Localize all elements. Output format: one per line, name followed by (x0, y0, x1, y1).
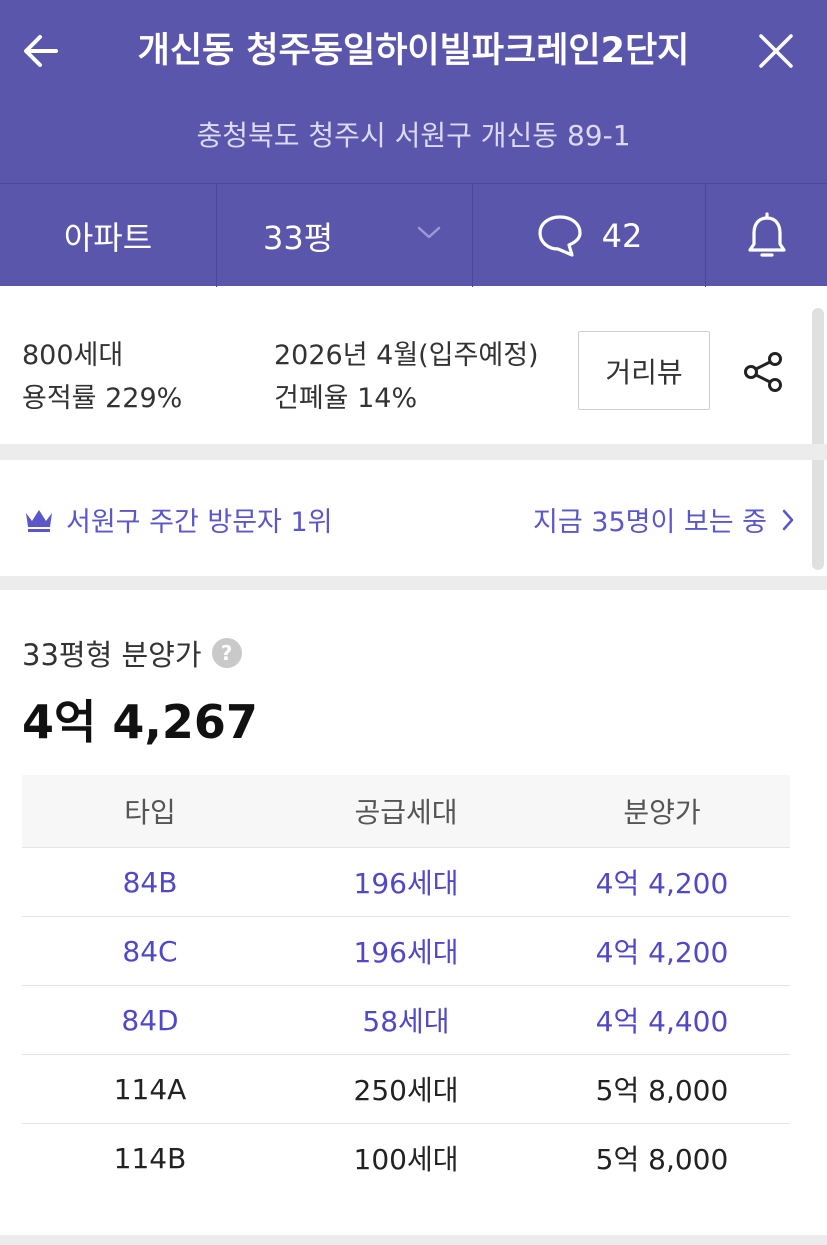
table-row[interactable]: 84D 58세대 4억 4,400 (22, 985, 790, 1054)
live-viewers-text: 지금 35명이 보는 중 (533, 507, 767, 538)
column-header-price: 분양가 (623, 796, 701, 829)
question-icon[interactable]: ? (211, 638, 242, 668)
page-title: 개신동 청주동일하이빌파크레인2단지 (137, 31, 690, 71)
bell-icon (747, 211, 786, 257)
cell-units: 250세대 (353, 1074, 459, 1107)
cell-type: 84B (122, 865, 178, 899)
column-header-type: 타입 (124, 796, 176, 829)
cell-price: 4억 4,200 (595, 936, 729, 969)
cell-units: 100세대 (353, 1143, 459, 1176)
floor-area-ratio: 용적률 229% (22, 383, 183, 414)
rank-info: 서원구 주간 방문자 1위 (24, 500, 333, 539)
cell-type: 84D (121, 1003, 179, 1037)
cell-type: 114B (113, 1141, 187, 1175)
cell-price: 4억 4,200 (595, 867, 729, 900)
tab-bar: 아파트 33평 42 (0, 183, 827, 287)
back-button[interactable] (18, 26, 64, 76)
cell-price: 5억 8,000 (595, 1074, 729, 1107)
chevron-right-icon (782, 509, 794, 530)
share-button[interactable] (738, 346, 790, 398)
live-viewers-link[interactable]: 지금 35명이 보는 중 (533, 500, 795, 539)
address: 충청북도 청주시 서원구 개신동 89-1 (196, 119, 631, 152)
close-button[interactable] (753, 26, 799, 76)
close-icon (759, 34, 793, 68)
info-column-left: 800세대 용적률 229% (22, 334, 182, 420)
rank-text: 서원구 주간 방문자 1위 (66, 507, 333, 538)
cell-type: 84C (122, 934, 178, 968)
column-header-units: 공급세대 (354, 796, 458, 829)
comment-count: 42 (601, 216, 643, 255)
section-divider (0, 444, 827, 460)
tab-property-type[interactable]: 아파트 (0, 184, 216, 287)
rank-banner: 서원구 주간 방문자 1위 지금 35명이 보는 중 (0, 460, 827, 576)
table-row[interactable]: 114B 100세대 5억 8,000 (22, 1123, 790, 1192)
info-column-right: 2026년 4월(입주예정) 건폐율 14% (274, 334, 539, 420)
section-divider (0, 576, 827, 590)
cell-price: 4억 4,400 (595, 1005, 729, 1038)
table-row[interactable]: 114A 250세대 5억 8,000 (22, 1054, 790, 1123)
cell-units: 196세대 (353, 936, 459, 969)
building-coverage: 건폐율 14% (274, 383, 418, 414)
households: 800세대 (22, 340, 124, 371)
table-row[interactable]: 84C 196세대 4억 4,200 (22, 916, 790, 985)
speech-bubble-icon (538, 214, 582, 257)
notification-button[interactable] (705, 184, 827, 287)
price-label: 33평형 분양가 (22, 638, 202, 672)
size-select[interactable]: 33평 (216, 184, 472, 287)
price-value: 4억 4,267 (22, 695, 258, 749)
price-label-row: 33평형 분양가 ? (22, 632, 242, 674)
crown-icon (26, 509, 52, 532)
tab-property-type-label: 아파트 (63, 218, 153, 257)
header: 개신동 청주동일하이빌파크레인2단지 충청북도 청주시 서원구 개신동 89-1… (0, 0, 827, 287)
streetview-button[interactable]: 거리뷰 (578, 331, 710, 410)
section-divider (0, 1235, 827, 1245)
cell-type: 114A (113, 1072, 187, 1106)
cell-units: 196세대 (353, 867, 459, 900)
cell-price: 5억 8,000 (595, 1143, 729, 1176)
share-icon (744, 352, 782, 392)
move-in-date: 2026년 4월(입주예정) (274, 340, 539, 371)
size-select-label: 33평 (263, 218, 334, 257)
cell-units: 58세대 (362, 1005, 450, 1038)
arrow-left-icon (24, 35, 58, 67)
chevron-down-icon (417, 226, 441, 239)
comments-button[interactable]: 42 (472, 184, 705, 287)
table-header: 타입 공급세대 분양가 (22, 775, 790, 847)
table-row[interactable]: 84B 196세대 4억 4,200 (22, 847, 790, 916)
price-table: 타입 공급세대 분양가 84B 196세대 4억 4,200 84C 196세대… (22, 775, 790, 1192)
